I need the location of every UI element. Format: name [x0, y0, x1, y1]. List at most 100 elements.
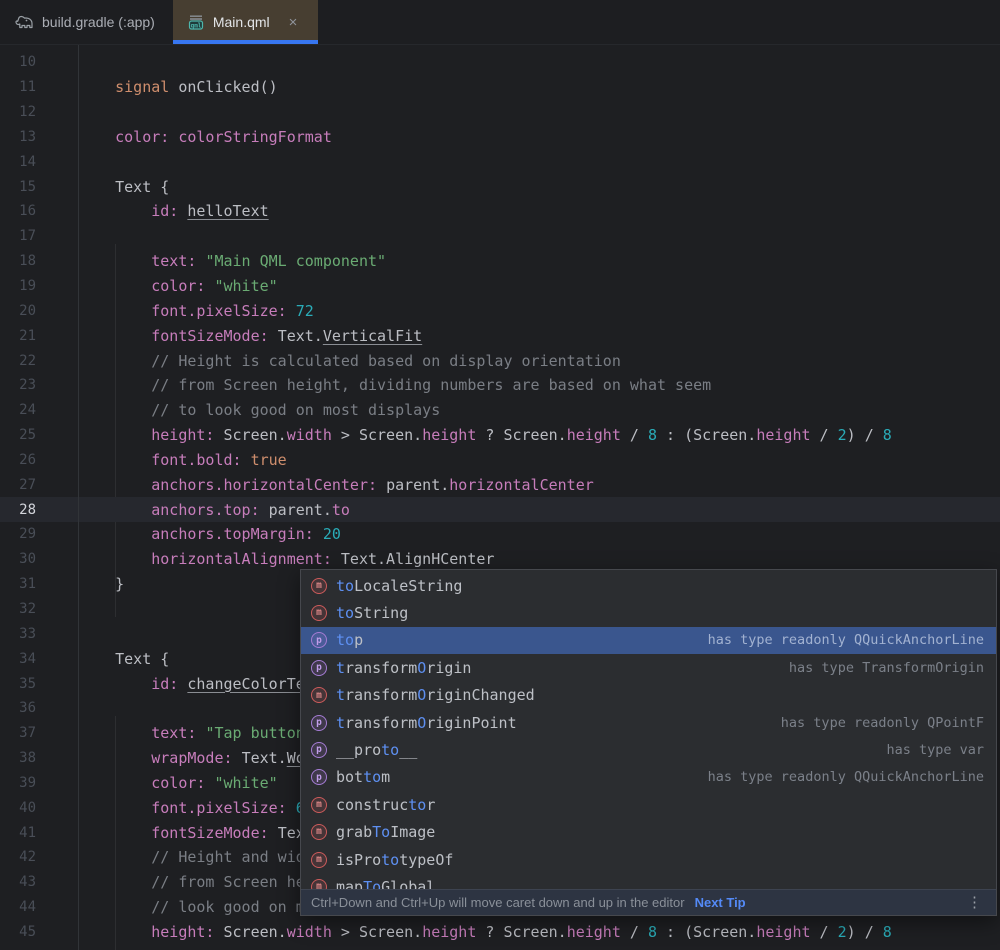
gutter-line-number[interactable]: 12 — [0, 104, 36, 120]
code-line[interactable]: 19 color: "white" — [0, 274, 1000, 299]
gutter-line-number[interactable]: 42 — [0, 849, 36, 865]
completion-label: top — [336, 631, 363, 649]
tab-label: Main.qml — [213, 14, 270, 30]
code-line[interactable]: 21 fontSizeMode: Text.VerticalFit — [0, 323, 1000, 348]
gutter-line-number[interactable]: 41 — [0, 825, 36, 841]
gutter-line-number[interactable]: 26 — [0, 452, 36, 468]
code-text: signal onClicked() — [79, 78, 278, 96]
gutter-line-number[interactable]: 27 — [0, 477, 36, 493]
code-text: fontSizeMode: Text.VerticalFit — [79, 327, 422, 345]
completion-item[interactable]: ptransformOriginPointhas type readonly Q… — [301, 709, 996, 736]
code-line[interactable]: 11 signal onClicked() — [0, 75, 1000, 100]
gutter-line-number[interactable]: 35 — [0, 676, 36, 692]
gutter-line-number[interactable]: 45 — [0, 924, 36, 940]
gutter-line-number[interactable]: 40 — [0, 800, 36, 816]
code-line[interactable]: 10 — [0, 50, 1000, 75]
method-icon: m — [311, 797, 327, 813]
completion-item[interactable]: ptransformOriginhas type TransformOrigin — [301, 654, 996, 681]
code-line[interactable]: 27 anchors.horizontalCenter: parent.hori… — [0, 472, 1000, 497]
gutter-line-number[interactable]: 15 — [0, 179, 36, 195]
gradle-icon — [14, 14, 34, 30]
tab-main-qml[interactable]: qml Main.qml × — [173, 0, 319, 44]
code-text: color: "white" — [79, 774, 278, 792]
gutter-line-number[interactable]: 37 — [0, 725, 36, 741]
gutter-line-number[interactable]: 21 — [0, 328, 36, 344]
gutter-line-number[interactable]: 34 — [0, 651, 36, 667]
gutter-line-number[interactable]: 29 — [0, 526, 36, 542]
code-line[interactable]: 12 — [0, 100, 1000, 125]
method-icon: m — [311, 578, 327, 594]
code-text: height: Screen.width > Screen.height ? S… — [79, 426, 892, 444]
completion-type-hint: has type TransformOrigin — [789, 660, 984, 676]
gutter-line-number[interactable]: 38 — [0, 750, 36, 766]
code-line[interactable]: 29 anchors.topMargin: 20 — [0, 522, 1000, 547]
code-line[interactable]: 23 // from Screen height, dividing numbe… — [0, 373, 1000, 398]
editor-tab-bar: build.gradle (:app) qml Main.qml × — [0, 0, 1000, 45]
code-line[interactable]: 14 — [0, 149, 1000, 174]
code-line[interactable]: 24 // to look good on most displays — [0, 398, 1000, 423]
gutter-line-number[interactable]: 13 — [0, 129, 36, 145]
gutter-line-number[interactable]: 28 — [0, 502, 36, 518]
completion-item[interactable]: pbottomhas type readonly QQuickAnchorLin… — [301, 764, 996, 791]
code-line[interactable]: 45 height: Screen.width > Screen.height … — [0, 920, 1000, 945]
gutter-line-number[interactable]: 30 — [0, 551, 36, 567]
completion-item[interactable]: misPrototypeOf — [301, 846, 996, 873]
code-editor[interactable]: 10 11 signal onClicked() 12 13 color: color… — [0, 45, 1000, 950]
next-tip-link[interactable]: Next Tip — [695, 895, 746, 910]
kebab-menu-icon[interactable]: ⋮ — [963, 895, 986, 910]
completion-item[interactable]: mtoLocaleString — [301, 572, 996, 599]
completion-label: transformOriginPoint — [336, 714, 517, 732]
gutter-line-number[interactable]: 19 — [0, 278, 36, 294]
completion-label: toString — [336, 604, 408, 622]
code-line[interactable]: 13 color: colorStringFormat — [0, 125, 1000, 150]
completion-label: mapToGlobal — [336, 878, 435, 889]
completion-item[interactable]: p__proto__has type var — [301, 736, 996, 763]
code-line[interactable]: 25 height: Screen.width > Screen.height … — [0, 423, 1000, 448]
method-icon: m — [311, 852, 327, 868]
gutter-line-number[interactable]: 10 — [0, 54, 36, 70]
code-line[interactable]: 18 text: "Main QML component" — [0, 249, 1000, 274]
tab-build-gradle[interactable]: build.gradle (:app) — [0, 0, 173, 44]
gutter-line-number[interactable]: 24 — [0, 402, 36, 418]
completion-label: transformOrigin — [336, 659, 471, 677]
code-line[interactable]: 46 font.bold: true — [0, 944, 1000, 950]
gutter-line-number[interactable]: 22 — [0, 353, 36, 369]
gutter-line-number[interactable]: 31 — [0, 576, 36, 592]
completion-label: constructor — [336, 796, 435, 814]
code-text: // to look good on most displays — [79, 401, 440, 419]
code-line[interactable]: 22 // Height is calculated based on disp… — [0, 348, 1000, 373]
code-text: horizontalAlignment: Text.AlignHCenter — [79, 550, 494, 568]
gutter-line-number[interactable]: 16 — [0, 203, 36, 219]
property-icon: p — [311, 632, 327, 648]
gutter-line-number[interactable]: 23 — [0, 377, 36, 393]
method-icon: m — [311, 824, 327, 840]
completion-item[interactable]: m constructor — [301, 791, 996, 818]
gutter-line-number[interactable]: 39 — [0, 775, 36, 791]
completion-item[interactable]: mgrabToImage — [301, 819, 996, 846]
completion-item[interactable]: ptophas type readonly QQuickAnchorLine — [301, 627, 996, 654]
gutter-line-number[interactable]: 18 — [0, 253, 36, 269]
gutter-line-number[interactable]: 33 — [0, 626, 36, 642]
code-line-current[interactable]: 28 anchors.top: parent.to — [0, 497, 1000, 522]
gutter-line-number[interactable]: 20 — [0, 303, 36, 319]
code-line[interactable]: 20 font.pixelSize: 72 — [0, 298, 1000, 323]
code-line[interactable]: 15 Text { — [0, 174, 1000, 199]
code-line[interactable]: 16 id: helloText — [0, 199, 1000, 224]
gutter-line-number[interactable]: 44 — [0, 899, 36, 915]
code-line[interactable]: 30 horizontalAlignment: Text.AlignHCente… — [0, 547, 1000, 572]
code-line[interactable]: 17 — [0, 224, 1000, 249]
completion-item[interactable]: mtoString — [301, 599, 996, 626]
gutter-line-number[interactable]: 32 — [0, 601, 36, 617]
code-line[interactable]: 26 font.bold: true — [0, 448, 1000, 473]
gutter-line-number[interactable]: 36 — [0, 700, 36, 716]
completion-item[interactable]: mtransformOriginChanged — [301, 682, 996, 709]
completion-item[interactable]: m mapToGlobal — [301, 873, 996, 889]
method-icon: m — [311, 879, 327, 889]
gutter-line-number[interactable]: 25 — [0, 427, 36, 443]
gutter-line-number[interactable]: 17 — [0, 228, 36, 244]
close-tab-icon[interactable]: × — [286, 14, 301, 31]
code-text: text: "Tap button" — [79, 724, 314, 742]
gutter-line-number[interactable]: 14 — [0, 154, 36, 170]
gutter-line-number[interactable]: 43 — [0, 874, 36, 890]
gutter-line-number[interactable]: 11 — [0, 79, 36, 95]
